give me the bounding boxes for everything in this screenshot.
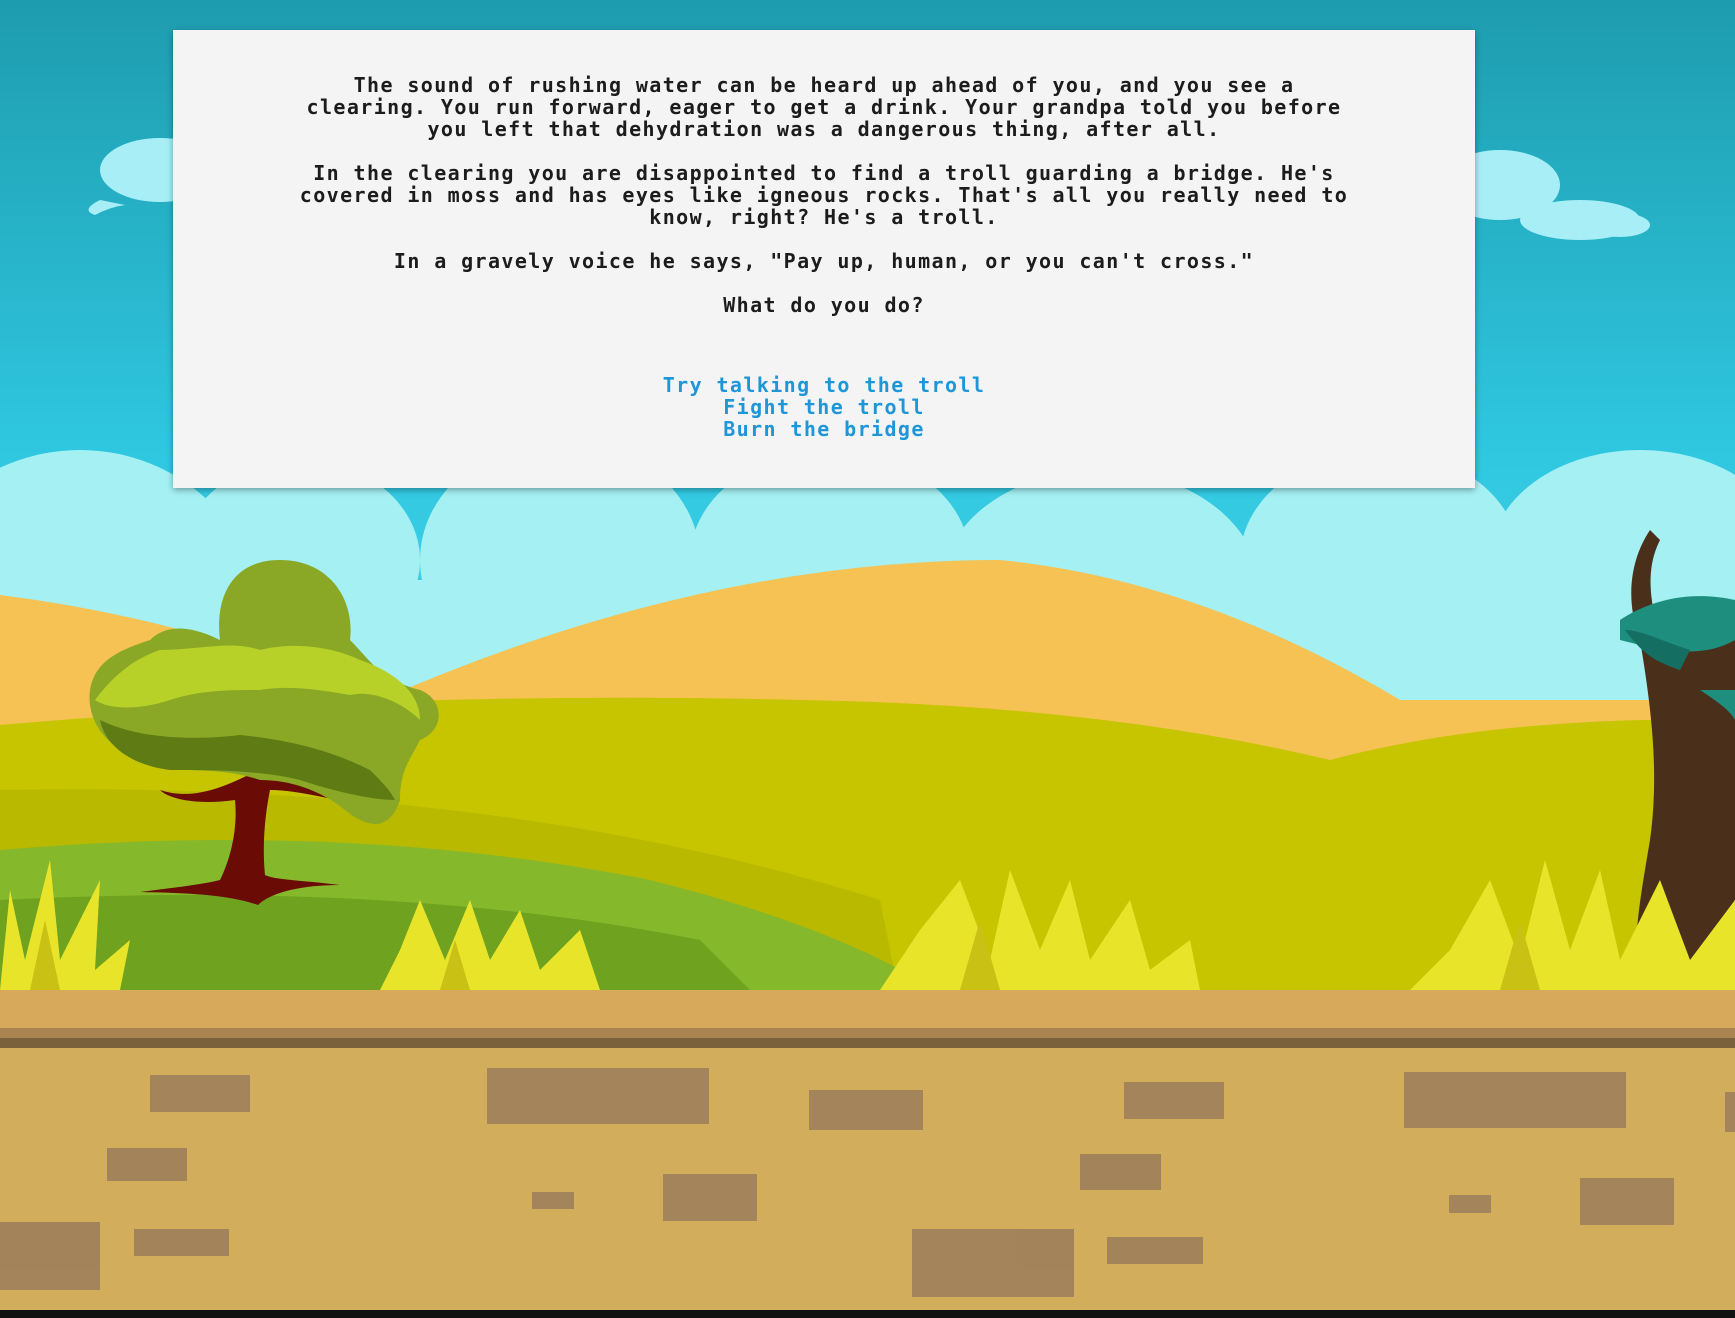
choice-talk-to-troll[interactable]: Try talking to the troll bbox=[663, 374, 986, 396]
choice-burn-bridge[interactable]: Burn the bridge bbox=[723, 418, 925, 440]
story-paragraph: In the clearing you are disappointed to … bbox=[299, 161, 1349, 229]
story-panel: The sound of rushing water can be heard … bbox=[173, 30, 1475, 488]
bottom-strip bbox=[0, 1310, 1735, 1318]
choice-fight-troll[interactable]: Fight the troll bbox=[723, 396, 925, 418]
choice-list: Try talking to the troll Fight the troll… bbox=[293, 374, 1355, 440]
ground bbox=[0, 990, 1735, 1310]
story-paragraph: The sound of rushing water can be heard … bbox=[306, 73, 1342, 141]
story-text: The sound of rushing water can be heard … bbox=[293, 74, 1355, 316]
story-paragraph: In a gravely voice he says, "Pay up, hum… bbox=[393, 249, 1255, 273]
story-question: What do you do? bbox=[723, 293, 925, 317]
